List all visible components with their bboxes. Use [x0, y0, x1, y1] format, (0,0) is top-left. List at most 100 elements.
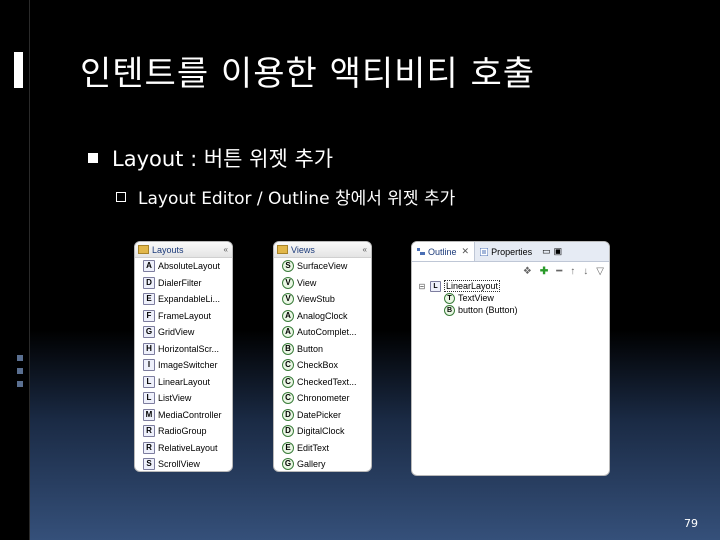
- views-list: S SurfaceView V View V ViewStub A AnalogClock A A…: [274, 258, 371, 471]
- widget-icon: R: [143, 441, 155, 454]
- palette-item-label: SurfaceView: [297, 261, 348, 272]
- palette-item[interactable]: B Button: [274, 341, 371, 358]
- outline-node-label: LinearLayout: [444, 280, 501, 292]
- widget-icon: C: [282, 375, 294, 388]
- filter-icon[interactable]: ❖: [523, 266, 532, 277]
- close-icon[interactable]: ✕: [462, 246, 470, 257]
- widget-icon: C: [282, 392, 294, 405]
- widget-icon: G: [282, 458, 294, 471]
- palette-item[interactable]: G GridView: [135, 324, 232, 341]
- widget-icon: E: [282, 441, 294, 454]
- widget-icon: L: [143, 392, 155, 405]
- palette-item[interactable]: C CheckBox: [274, 357, 371, 374]
- palette-item[interactable]: D DialerFilter: [135, 275, 232, 292]
- slide-title: 인텐트를 이용한 액티비티 호출: [80, 54, 536, 94]
- palette-item-label: CheckedText...: [297, 376, 357, 387]
- palette-item[interactable]: E ExpandableLi...: [135, 291, 232, 308]
- palette-item[interactable]: V ViewStub: [274, 291, 371, 308]
- outline-node-label: TextView: [458, 293, 494, 303]
- palette-item[interactable]: L ListView: [135, 390, 232, 407]
- palette-item-label: ViewStub: [297, 294, 335, 305]
- widget-icon: B: [282, 342, 294, 355]
- page-number: 79: [684, 517, 698, 530]
- outline-toolbar: ❖ ✚ ━ ↑ ↓ ▽: [412, 262, 609, 280]
- tab-properties-label: Properties: [491, 246, 533, 257]
- palette-item[interactable]: M MediaController: [135, 407, 232, 424]
- widget-icon: E: [143, 293, 155, 306]
- palette-item[interactable]: D DatePicker: [274, 407, 371, 424]
- palette-item-label: EditText: [297, 442, 330, 453]
- remove-icon[interactable]: ━: [556, 266, 562, 277]
- bullet-level-2: Layout Editor / Outline 창에서 위젯 추가: [116, 184, 455, 209]
- palette-item[interactable]: A AutoComplet...: [274, 324, 371, 341]
- palette-item-label: RelativeLayout: [158, 442, 218, 453]
- layouts-palette-header[interactable]: Layouts «: [135, 242, 232, 258]
- palette-item[interactable]: F FrameLayout: [135, 308, 232, 325]
- folder-icon: [277, 245, 288, 254]
- tab-outline[interactable]: Outline ✕: [412, 242, 476, 261]
- tab-outline-label: Outline: [428, 246, 457, 257]
- outline-node-label: button (Button): [458, 305, 518, 315]
- maximize-icon[interactable]: ▣: [554, 246, 563, 257]
- outline-tree: ⊟ L LinearLayout T TextView Bbutton (Button): [412, 280, 609, 316]
- palette-item[interactable]: H HorizontalScr...: [135, 341, 232, 358]
- widget-icon: B: [444, 304, 455, 316]
- widget-icon: S: [143, 458, 155, 471]
- outline-tree-node[interactable]: T TextView: [418, 292, 609, 304]
- widget-icon: F: [143, 309, 155, 322]
- bullet-1-text: Layout : 버튼 위젯 추가: [112, 147, 334, 171]
- outline-tree-node[interactable]: ⊟ L LinearLayout: [418, 280, 609, 292]
- widget-icon: C: [282, 359, 294, 372]
- palette-item[interactable]: S SurfaceView: [274, 258, 371, 275]
- view-menu-icon[interactable]: ▽: [596, 266, 604, 277]
- palette-item[interactable]: A AnalogClock: [274, 308, 371, 325]
- layouts-palette: Layouts « A AbsoluteLayout D DialerFilter E E…: [134, 241, 233, 472]
- widget-icon: A: [282, 326, 294, 339]
- palette-item[interactable]: I ImageSwitcher: [135, 357, 232, 374]
- collapse-icon[interactable]: ⊟: [418, 282, 426, 291]
- layouts-list: A AbsoluteLayout D DialerFilter E ExpandableL…: [135, 258, 232, 471]
- palette-item[interactable]: S ScrollView: [135, 456, 232, 471]
- widget-icon: G: [143, 326, 155, 339]
- widget-icon: S: [282, 260, 294, 273]
- widget-icon: D: [143, 276, 155, 289]
- tab-properties[interactable]: Properties: [475, 242, 537, 261]
- palette-item[interactable]: G Gallery: [274, 456, 371, 471]
- collapse-icon[interactable]: «: [363, 245, 367, 254]
- palette-item[interactable]: R RelativeLayout: [135, 440, 232, 457]
- palette-item-label: GridView: [158, 327, 195, 338]
- palette-item-label: CheckBox: [297, 360, 339, 371]
- palette-item[interactable]: A AbsoluteLayout: [135, 258, 232, 275]
- palette-item[interactable]: V View: [274, 275, 371, 292]
- add-icon[interactable]: ✚: [540, 266, 548, 277]
- view-min-max[interactable]: ▭ ▣: [537, 242, 567, 261]
- palette-item-label: ImageSwitcher: [158, 360, 218, 371]
- palette-item[interactable]: C Chronometer: [274, 390, 371, 407]
- arrow-down-icon[interactable]: ↓: [583, 266, 588, 277]
- widget-icon: H: [143, 342, 155, 355]
- left-accent-mark: [14, 52, 26, 88]
- views-palette-header[interactable]: Views «: [274, 242, 371, 258]
- layouts-palette-title: Layouts: [152, 244, 184, 255]
- palette-item-label: ScrollView: [158, 459, 200, 470]
- palette-item-label: Gallery: [297, 459, 326, 470]
- views-palette: Views « S SurfaceView V View V ViewStub A Analo…: [273, 241, 372, 472]
- widget-icon: A: [282, 309, 294, 322]
- widget-icon: L: [430, 280, 441, 292]
- arrow-up-icon[interactable]: ↑: [570, 266, 575, 277]
- collapse-icon[interactable]: «: [224, 245, 228, 254]
- properties-icon: [480, 247, 489, 256]
- outline-tree-node[interactable]: Bbutton (Button): [418, 304, 609, 316]
- widget-icon: A: [143, 260, 155, 273]
- widget-icon: L: [143, 375, 155, 388]
- palette-item[interactable]: L LinearLayout: [135, 374, 232, 391]
- folder-icon: [138, 245, 149, 254]
- palette-item-label: DialerFilter: [158, 277, 202, 288]
- palette-item[interactable]: C CheckedText...: [274, 374, 371, 391]
- bullet-square-icon: [88, 153, 98, 163]
- palette-item-label: LinearLayout: [158, 376, 211, 387]
- palette-item[interactable]: D DigitalClock: [274, 423, 371, 440]
- palette-item[interactable]: R RadioGroup: [135, 423, 232, 440]
- palette-item[interactable]: E EditText: [274, 440, 371, 457]
- minimize-icon[interactable]: ▭: [542, 246, 551, 257]
